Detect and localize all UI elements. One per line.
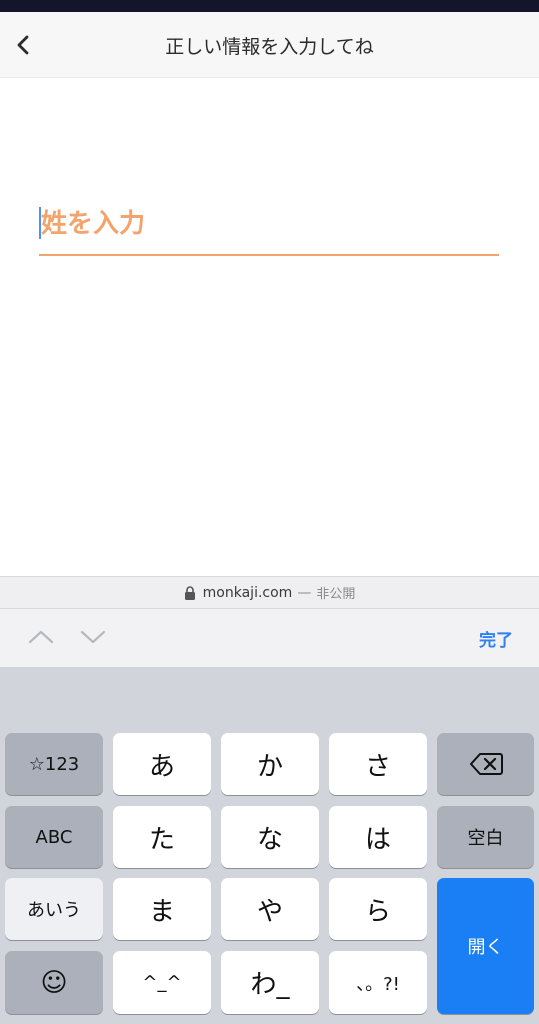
punctuation-key[interactable]: 、。?!	[329, 951, 427, 1014]
kana-key-sa[interactable]: さ	[329, 733, 427, 795]
app-header: 正しい情報を入力してね	[0, 12, 539, 78]
open-return-key[interactable]: 開く	[437, 878, 534, 1014]
done-button[interactable]: 完了	[479, 626, 513, 651]
abc-mode-key[interactable]: ABC	[5, 806, 103, 868]
kana-key-wa[interactable]: わ_	[221, 951, 319, 1014]
chevron-up-icon	[28, 630, 54, 644]
url-visibility: 非公開	[316, 587, 356, 602]
kana-mode-key[interactable]: あいう	[5, 878, 103, 940]
japanese-keyboard: ☆123 あ か さ ABC た な は 空白 あいう ま や ら 開く ☺ ^…	[0, 667, 539, 1024]
next-field-button[interactable]	[78, 624, 108, 650]
kana-key-na[interactable]: な	[221, 806, 319, 868]
url-domain: monkaji.com	[202, 584, 293, 601]
surname-input[interactable]	[39, 196, 499, 252]
kana-key-ma[interactable]: ま	[113, 878, 211, 940]
emoji-key[interactable]: ☺	[5, 951, 103, 1014]
kana-key-ya[interactable]: や	[221, 878, 319, 940]
delete-icon	[469, 753, 503, 775]
kana-key-ra[interactable]: ら	[329, 878, 427, 940]
surname-field[interactable]	[39, 196, 499, 256]
delete-key[interactable]	[437, 733, 534, 795]
url-bar: monkaji.com — 非公開	[0, 576, 539, 609]
keyboard-accessory-bar: 完了	[0, 609, 539, 667]
status-bar-strip	[0, 0, 539, 12]
url-separator: —	[297, 584, 312, 601]
kana-key-a[interactable]: あ	[113, 733, 211, 795]
kana-key-ha[interactable]: は	[329, 806, 427, 868]
previous-field-button[interactable]	[26, 624, 56, 650]
emoji-icon: ☺	[40, 967, 68, 998]
space-key[interactable]: 空白	[437, 806, 534, 868]
page-title: 正しい情報を入力してね	[165, 36, 374, 58]
kana-key-ka[interactable]: か	[221, 733, 319, 795]
lock-icon	[184, 585, 195, 600]
kaomoji-key[interactable]: ^_^	[113, 951, 211, 1014]
numbers-mode-key[interactable]: ☆123	[5, 733, 103, 795]
kana-key-ta[interactable]: た	[113, 806, 211, 868]
chevron-down-icon	[80, 630, 106, 644]
